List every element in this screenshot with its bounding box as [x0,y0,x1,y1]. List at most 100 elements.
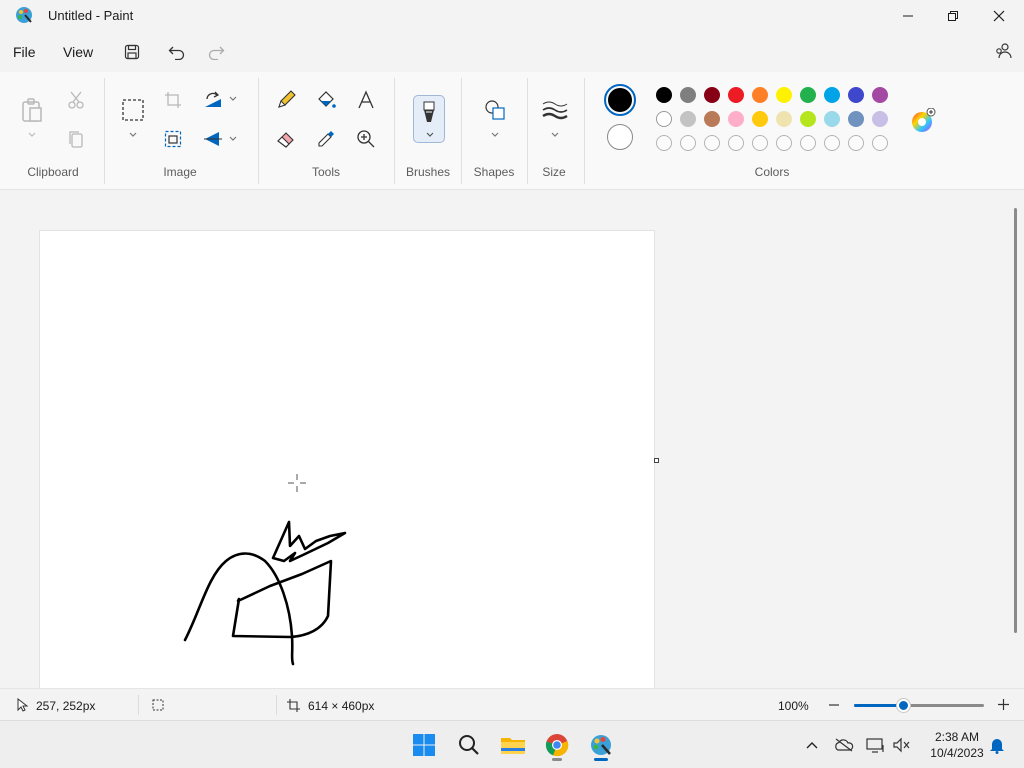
palette-swatch[interactable] [728,111,744,127]
secondary-color-button[interactable] [607,124,633,150]
rotate-icon [205,91,221,107]
flip-dropdown[interactable] [228,134,238,144]
file-menu[interactable]: File [13,44,36,60]
line-width-icon [542,101,568,120]
palette-swatch[interactable] [656,111,672,127]
chevron-down-icon [426,132,434,137]
redo-button[interactable] [203,39,229,65]
menu-bar: File View [0,34,1024,70]
select-button[interactable] [119,96,147,124]
resize-button[interactable] [159,125,187,153]
restore-button[interactable] [930,0,976,32]
palette-swatch[interactable] [872,111,888,127]
ribbon-divider [394,78,395,184]
search-icon [459,735,479,755]
view-menu[interactable]: View [63,44,93,60]
copy-button[interactable] [62,125,90,153]
magnifier-icon [357,130,375,148]
undo-icon [168,46,185,60]
zoom-out-button[interactable] [828,699,840,711]
palette-swatch[interactable] [776,111,792,127]
ribbon-divider [461,78,462,184]
custom-color-slot[interactable] [800,135,816,151]
show-hidden-icons-button[interactable] [797,729,827,761]
shapes-button[interactable] [481,96,509,124]
fill-tool[interactable] [312,86,340,114]
magnifier-tool[interactable] [352,125,380,153]
zoom-in-button[interactable] [997,698,1010,711]
paste-dropdown[interactable] [27,130,37,140]
chrome-icon [545,734,569,757]
palette-swatch[interactable] [704,111,720,127]
paste-button[interactable] [18,96,46,124]
onedrive-button[interactable] [829,729,859,761]
palette-swatch[interactable] [680,111,696,127]
shapes-dropdown[interactable] [490,130,500,140]
primary-color-button[interactable] [604,84,636,116]
canvas-resize-handle[interactable] [654,458,659,463]
color-picker-tool[interactable] [312,125,340,153]
chevron-down-icon [551,132,559,137]
cut-button[interactable] [62,86,90,114]
edit-colors-button[interactable] [910,107,936,134]
bell-icon [990,739,1004,754]
taskbar-chrome[interactable] [540,729,574,761]
taskbar-paint[interactable] [584,729,618,761]
palette-swatch[interactable] [824,111,840,127]
window-title: Untitled - Paint [48,8,134,23]
palette-swatch[interactable] [848,111,864,127]
crop-button[interactable] [159,86,187,114]
custom-color-slot[interactable] [824,135,840,151]
volume-button[interactable] [887,729,917,761]
palette-swatch[interactable] [680,87,696,103]
canvas-size-icon [287,699,300,712]
vertical-scrollbar[interactable] [1014,208,1017,633]
palette-swatch[interactable] [800,111,816,127]
palette-swatch[interactable] [800,87,816,103]
custom-color-slot[interactable] [656,135,672,151]
zoom-percentage[interactable]: 100% [778,699,809,713]
palette-swatch[interactable] [776,87,792,103]
custom-color-slot[interactable] [728,135,744,151]
drawing-canvas[interactable] [40,231,654,688]
select-dropdown[interactable] [128,130,138,140]
custom-color-slot[interactable] [680,135,696,151]
pencil-tool[interactable] [272,86,300,114]
close-button[interactable] [976,0,1022,32]
flip-button[interactable] [199,125,227,153]
zoom-slider[interactable] [854,699,984,712]
size-dropdown[interactable] [550,130,560,140]
minimize-button[interactable] [885,0,931,32]
start-button[interactable] [407,729,441,761]
palette-swatch[interactable] [656,87,672,103]
brushes-button[interactable] [413,95,445,143]
custom-color-slot[interactable] [704,135,720,151]
eraser-tool[interactable] [272,125,300,153]
chevron-down-icon [491,132,499,137]
custom-color-slot[interactable] [776,135,792,151]
search-button[interactable] [452,729,486,761]
palette-swatch[interactable] [752,87,768,103]
palette-swatch[interactable] [728,87,744,103]
taskbar-file-explorer[interactable] [496,729,530,761]
account-button[interactable] [990,38,1016,64]
palette-swatch[interactable] [872,87,888,103]
rotate-button[interactable] [199,86,227,114]
crosshair-cursor [288,474,306,492]
undo-button[interactable] [164,39,190,65]
custom-color-slot[interactable] [752,135,768,151]
custom-color-slot[interactable] [872,135,888,151]
notifications-button[interactable] [982,729,1012,761]
size-button[interactable] [541,96,569,124]
rotate-dropdown[interactable] [228,94,238,104]
zoom-slider-thumb[interactable] [897,699,911,712]
save-button[interactable] [119,39,145,65]
palette-swatch[interactable] [824,87,840,103]
palette-swatch[interactable] [848,87,864,103]
text-tool[interactable] [352,86,380,114]
primary-color-swatch [608,88,632,112]
resize-icon [164,130,182,148]
custom-color-slot[interactable] [848,135,864,151]
palette-swatch[interactable] [752,111,768,127]
palette-swatch[interactable] [704,87,720,103]
